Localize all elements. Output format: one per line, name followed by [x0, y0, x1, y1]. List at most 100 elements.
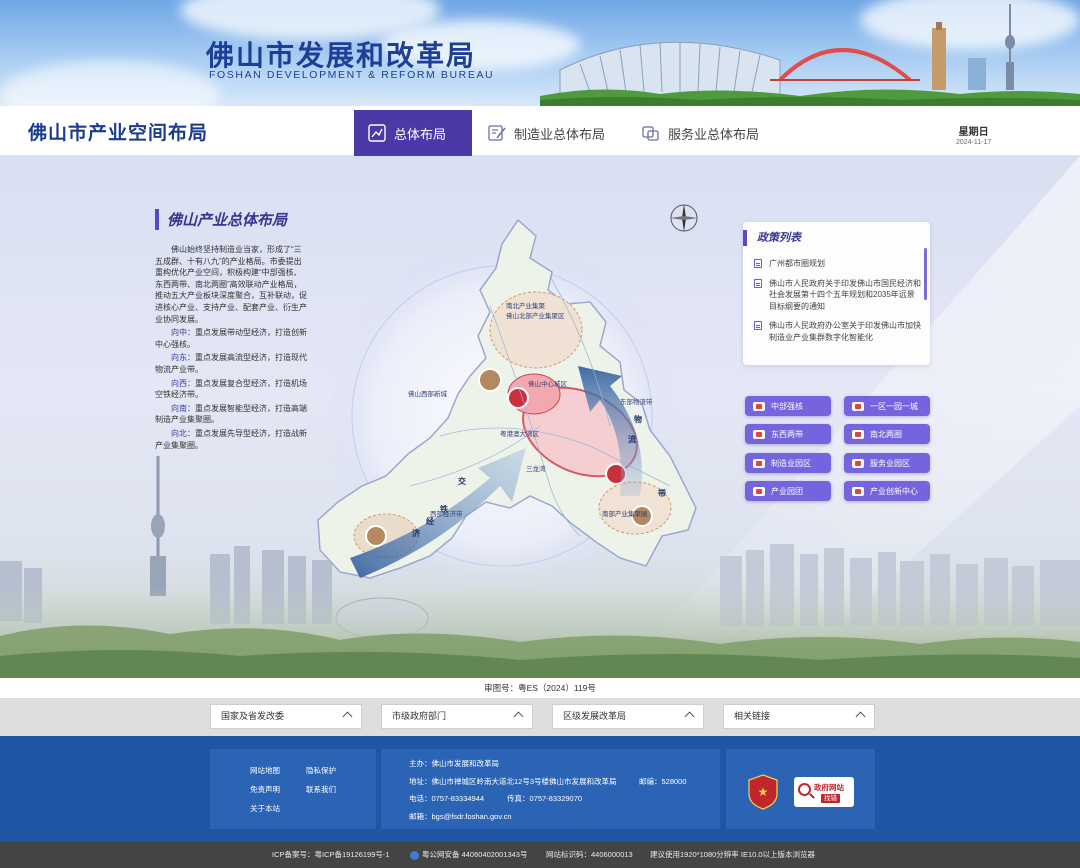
tab-label: 制造业总体布局 [514, 126, 606, 142]
party-government-emblem-icon[interactable]: ★ [748, 774, 778, 810]
service-icon [642, 126, 659, 141]
intro-item-center: 向中：重点发展带动型经济，打造创新中心强核。 [155, 327, 307, 350]
direction-label: 向南： [171, 403, 195, 413]
footer-link-privacy[interactable]: 隐私保护 [306, 765, 336, 776]
select-label: 相关链接 [734, 711, 771, 721]
footer-link-disclaimer[interactable]: 免责声明 [250, 784, 280, 795]
svg-text:★: ★ [758, 785, 769, 799]
bottom-info-bar: ICP备案号：粤ICP备19126199号-1 粤公网安备 4406040200… [0, 842, 1080, 868]
footer-link-sitemap[interactable]: 网站地图 [250, 765, 280, 776]
tab-label: 服务业总体布局 [668, 126, 760, 142]
target-icon [852, 429, 864, 439]
select-municipal-departments[interactable]: 市级政府部门 [381, 704, 533, 729]
policy-item[interactable]: 佛山市人民政府办公室关于印发佛山市加快制造业产业集群数字化智能化 [753, 320, 921, 344]
category-button-north-south-circles[interactable]: 南北两圈 [844, 424, 930, 444]
police-badge-icon [410, 851, 419, 860]
weekday: 星期日 [958, 127, 989, 138]
map-label: 流 [628, 434, 636, 444]
magnifier-icon [798, 783, 811, 796]
select-district-drc[interactable]: 区级发展改革局 [552, 704, 704, 729]
gov-website-error-report-button[interactable]: 政府网站 找错 [794, 777, 854, 807]
main-content: 佛山产业总体布局 佛山始终坚持制造业当家，形成了“三五成群、十有八九”的产业格局… [0, 156, 1080, 678]
document-icon [754, 321, 762, 330]
document-icon [754, 278, 762, 288]
map-label: 佛山北部产业集聚区 [506, 311, 565, 320]
select-related-links[interactable]: 相关链接 [723, 704, 875, 729]
direction-label: 向中： [171, 328, 195, 338]
category-button-innovation-center[interactable]: 产业创新中心 [844, 481, 930, 501]
map-label: 东部物流带 [620, 397, 653, 406]
footer-link-about[interactable]: 关于本站 [250, 803, 280, 814]
map-label: 佛山西部新城 [408, 389, 448, 398]
map-label: 交 [458, 476, 466, 486]
map-label: 济 [412, 528, 421, 538]
police-record[interactable]: 粤公网安备 44060402001343号 [422, 842, 527, 868]
top-nav: 佛山市产业空间布局 总体布局 制造业总体布局 服务业总体布局 星期日 2024-… [0, 106, 1080, 156]
category-button-east-west-belts[interactable]: 东西两带 [745, 424, 831, 444]
intro-item-south: 向南：重点发展智能型经济，打造高端制造产业集聚圈。 [155, 403, 307, 426]
icp-record[interactable]: ICP备案号：粤ICP备19126199号-1 [272, 842, 390, 868]
map-label: 三龙湾 [526, 464, 546, 473]
policy-item-text: 广州都市圈规划 [769, 259, 825, 268]
page-title: 佛山市产业空间布局 [28, 122, 209, 144]
map-label: 粤港澳大湾区 [500, 429, 540, 438]
footer-fax: 传真：0757-83329070 [507, 794, 583, 803]
map-icon [753, 429, 765, 439]
site-title: 佛山市发展和改革局 [206, 39, 477, 72]
category-button-central-core[interactable]: 中部强核 [745, 396, 831, 416]
category-button-manufacturing-parks[interactable]: 制造业园区 [745, 453, 831, 473]
footer-link-contact[interactable]: 联系我们 [306, 784, 336, 795]
intro-paragraph: 佛山始终坚持制造业当家，形成了“三五成群、十有八九”的产业格局。市委提出重构优化… [155, 245, 307, 324]
map-label: 南部产业集聚圈 [602, 509, 648, 518]
category-button-service-parks[interactable]: 服务业园区 [844, 453, 930, 473]
chevron-up-icon [855, 711, 866, 722]
footer-address: 地址：佛山市禅城区岭南大道北12号3号楼佛山市发展和改革局 [409, 777, 617, 786]
category-label: 产业创新中心 [870, 486, 918, 496]
category-button-industry-clusters[interactable]: 产业园团 [745, 481, 831, 501]
select-national-provincial-ndrc[interactable]: 国家及省发改委 [210, 704, 362, 729]
site-banner: 佛山市发展和改革局 FOSHAN DEVELOPMENT & REFORM BU… [0, 0, 1080, 106]
policy-list: 广州都市圈规划 佛山市人民政府关于印发佛山市国民经济和社会发展第十四个五年规划和… [753, 258, 921, 352]
chart-icon [368, 124, 386, 142]
policy-list-title: 政策列表 [743, 230, 801, 246]
policy-item-text: 佛山市人民政府关于印发佛山市国民经济和社会发展第十四个五年规划和2035年远景目… [769, 278, 921, 311]
direction-label: 向西： [171, 378, 195, 388]
footer-links-box: 网站地图 隐私保护 免责声明 联系我们 关于本站 [210, 749, 376, 829]
city-skyline-illustration [540, 4, 1080, 106]
footer-phone: 电话：0757-83334944 [409, 794, 485, 803]
browser-suggestion: 建议使用1920*1080分辨率 IE10.0以上版本浏览器 [650, 850, 816, 859]
select-label: 国家及省发改委 [221, 711, 285, 721]
site-footer: 网站地图 隐私保护 免责声明 联系我们 关于本站 主办：佛山市发展和改革局 地址… [0, 736, 1080, 842]
category-label: 服务业园区 [870, 458, 910, 468]
document-icon [754, 259, 762, 268]
category-label: 东西两带 [771, 429, 803, 439]
intro-item-north: 向北：重点发展先导型经济，打造战新产业集聚圈。 [155, 428, 307, 451]
gov-err-title: 政府网站 [814, 783, 844, 792]
gov-err-sub: 找错 [821, 794, 840, 803]
tab-service-layout[interactable]: 服务业总体布局 [628, 110, 774, 156]
cluster-icon [753, 486, 765, 496]
map-label: 铁 [440, 504, 448, 514]
footer-host: 主办：佛山市发展和改革局 [409, 759, 499, 768]
building-icon [852, 458, 864, 468]
factory-icon [753, 458, 765, 468]
category-label: 一区一园一城 [870, 401, 918, 411]
tab-manufacturing-layout[interactable]: 制造业总体布局 [474, 110, 620, 156]
tab-overall-layout[interactable]: 总体布局 [354, 110, 472, 156]
category-button-one-zone[interactable]: 一区一园一城 [844, 396, 930, 416]
innovation-icon [852, 486, 864, 496]
flag-icon [852, 401, 864, 411]
related-links-bar: 国家及省发改委 市级政府部门 区级发展改革局 相关链接 [0, 698, 1080, 736]
intro-section: 佛山产业总体布局 佛山始终坚持制造业当家，形成了“三五成群、十有八九”的产业格局… [155, 209, 307, 451]
chevron-up-icon [513, 711, 524, 722]
intro-title: 佛山产业总体布局 [155, 209, 307, 230]
policy-scrollbar[interactable] [924, 248, 927, 300]
policy-item[interactable]: 广州都市圈规划 [753, 258, 921, 270]
policy-item[interactable]: 佛山市人民政府关于印发佛山市国民经济和社会发展第十四个五年规划和2035年远景目… [753, 278, 921, 313]
footer-email: 邮箱：bgs@fsdr.foshan.gov.cn [409, 812, 512, 821]
policy-item-text: 佛山市人民政府办公室关于印发佛山市加快制造业产业集群数字化智能化 [769, 321, 921, 342]
map-label: 物 [634, 414, 642, 424]
category-label: 中部强核 [771, 401, 803, 411]
direction-label: 向北： [171, 428, 195, 438]
map-approval-number: 审图号：粤ES（2024）119号 [0, 678, 1080, 698]
